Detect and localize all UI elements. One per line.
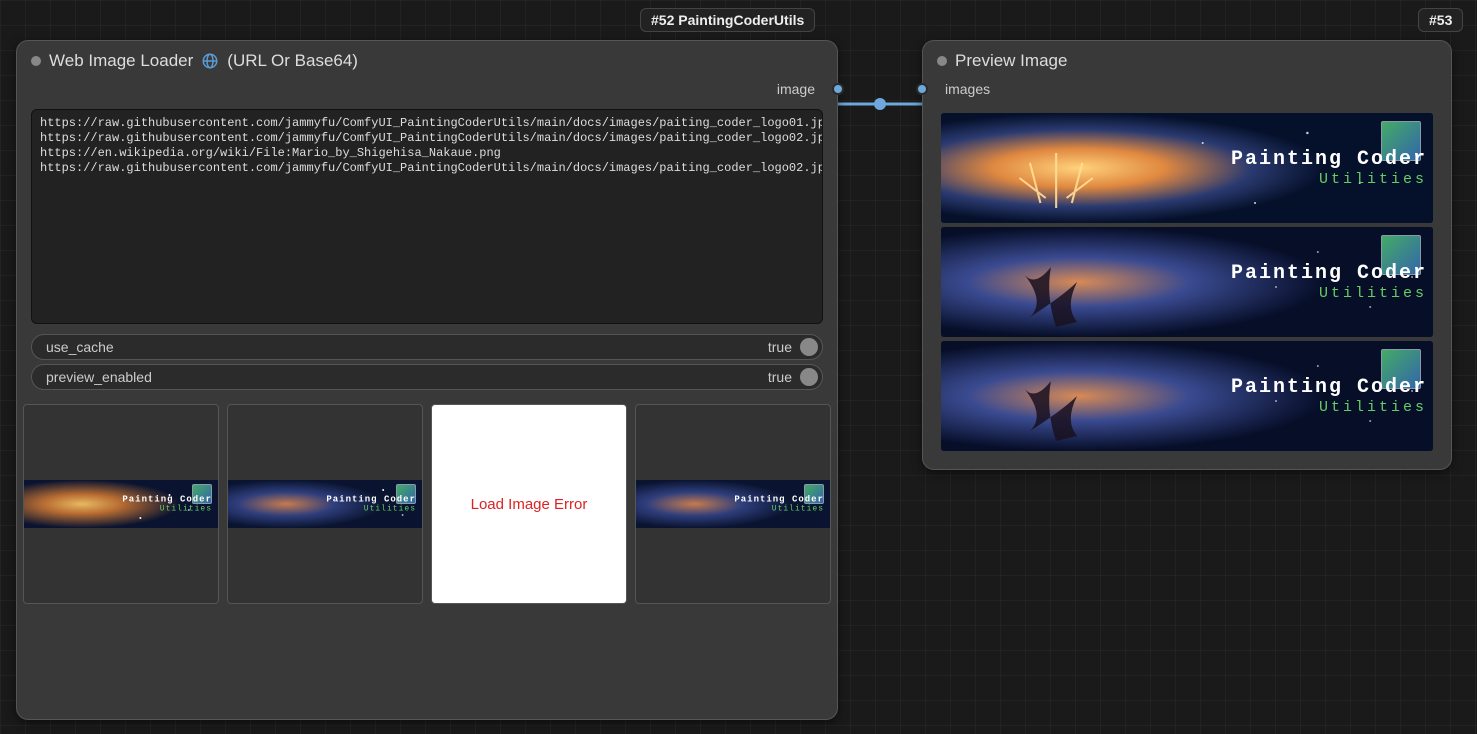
banner-subtitle: Utilities xyxy=(1231,399,1427,416)
preview-image-stack: Painting Coder Utilities Painting Coder … xyxy=(923,103,1451,469)
node-collapse-dot[interactable] xyxy=(937,56,947,66)
node-title-suffix: (URL Or Base64) xyxy=(227,51,358,71)
thumbnail[interactable]: Painting Coder Utilities xyxy=(635,404,831,604)
banner-subtitle: Utilities xyxy=(734,505,824,514)
output-port[interactable] xyxy=(832,83,844,95)
preview-image-node[interactable]: Preview Image images Painting Coder Util… xyxy=(922,40,1452,470)
banner-subtitle: Utilities xyxy=(326,505,416,514)
param-preview-enabled[interactable]: preview_enabled true xyxy=(31,364,823,390)
banner-subtitle: Utilities xyxy=(1231,171,1427,188)
output-port-row: image xyxy=(17,79,837,103)
param-label: preview_enabled xyxy=(46,369,152,385)
thumbnail-error[interactable]: Load Image Error xyxy=(431,404,627,604)
toggle-handle[interactable] xyxy=(800,368,818,386)
banner-image: Painting Coder Utilities xyxy=(636,480,830,528)
node-header[interactable]: Web Image Loader (URL Or Base64) xyxy=(17,41,837,79)
toggle-handle[interactable] xyxy=(800,338,818,356)
node-title: Preview Image xyxy=(955,51,1067,71)
banner-title: Painting Coder xyxy=(1231,376,1427,399)
banner-image: Painting Coder Utilities xyxy=(24,480,218,528)
web-image-loader-node[interactable]: Web Image Loader (URL Or Base64) image h… xyxy=(16,40,838,720)
preview-banner[interactable]: Painting Coder Utilities xyxy=(941,227,1433,337)
node-tag-53: #53 xyxy=(1418,8,1463,32)
node-title-prefix: Web Image Loader xyxy=(49,51,193,71)
banner-title: Painting Coder xyxy=(122,495,212,505)
param-value: true xyxy=(768,339,792,355)
preview-thumbnails: Painting Coder Utilities Painting Coder … xyxy=(17,394,837,614)
banner-title: Painting Coder xyxy=(1231,148,1427,171)
banner-subtitle: Utilities xyxy=(122,505,212,514)
banner-image: Painting Coder Utilities xyxy=(228,480,422,528)
urls-textarea[interactable]: https://raw.githubusercontent.com/jammyf… xyxy=(31,109,823,324)
node-collapse-dot[interactable] xyxy=(31,56,41,66)
param-value: true xyxy=(768,369,792,385)
banner-title: Painting Coder xyxy=(734,495,824,505)
connection-wire xyxy=(830,96,930,116)
input-port-row: images xyxy=(923,79,1451,103)
preview-banner[interactable]: Painting Coder Utilities xyxy=(941,113,1433,223)
banner-title: Painting Coder xyxy=(1231,262,1427,285)
input-port[interactable] xyxy=(916,83,928,95)
error-text: Load Image Error xyxy=(471,496,588,513)
node-tag-52: #52 PaintingCoderUtils xyxy=(640,8,815,32)
param-use-cache[interactable]: use_cache true xyxy=(31,334,823,360)
param-label: use_cache xyxy=(46,339,114,355)
output-port-label: image xyxy=(771,81,821,97)
banner-subtitle: Utilities xyxy=(1231,285,1427,302)
node-header[interactable]: Preview Image xyxy=(923,41,1451,79)
preview-banner[interactable]: Painting Coder Utilities xyxy=(941,341,1433,451)
globe-icon xyxy=(201,52,219,70)
input-port-label: images xyxy=(939,81,996,97)
banner-title: Painting Coder xyxy=(326,495,416,505)
thumbnail[interactable]: Painting Coder Utilities xyxy=(23,404,219,604)
thumbnail[interactable]: Painting Coder Utilities xyxy=(227,404,423,604)
